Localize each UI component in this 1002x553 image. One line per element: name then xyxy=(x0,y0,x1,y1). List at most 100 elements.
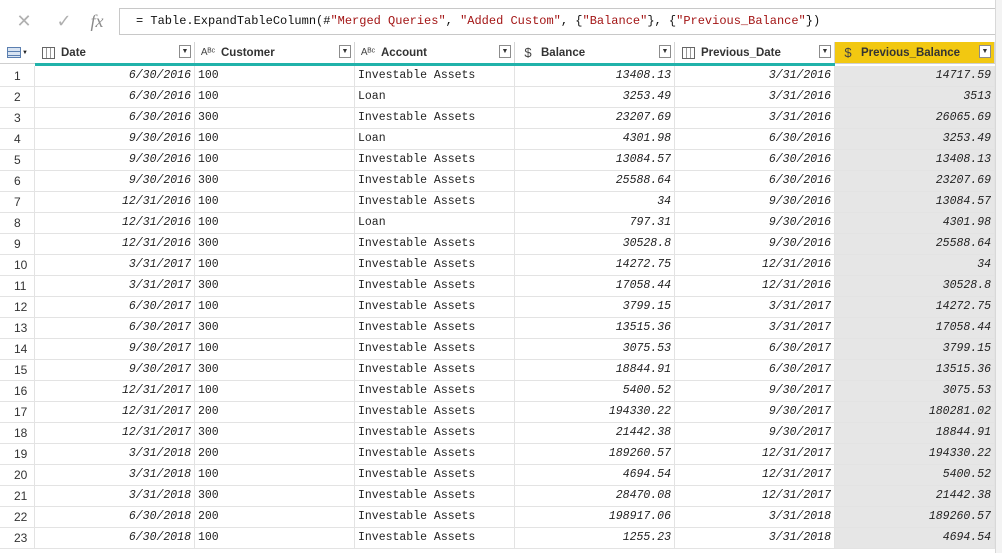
table-cell[interactable]: 9/30/2017 xyxy=(675,423,835,444)
table-cell[interactable]: 12/31/2016 xyxy=(35,213,195,234)
table-cell[interactable]: 13515.36 xyxy=(835,360,995,381)
currency-icon[interactable]: $ xyxy=(838,45,858,60)
table-cell[interactable]: 25588.64 xyxy=(515,171,675,192)
table-cell[interactable]: 6/30/2016 xyxy=(675,171,835,192)
table-cell[interactable]: 9/30/2016 xyxy=(35,129,195,150)
filter-dropdown-icon[interactable]: ▼ xyxy=(819,45,831,58)
table-cell[interactable]: 3253.49 xyxy=(835,129,995,150)
table-menu-icon[interactable]: ▼ xyxy=(0,42,35,63)
table-cell[interactable]: 12/31/2016 xyxy=(35,192,195,213)
table-cell[interactable]: 6/30/2016 xyxy=(35,108,195,129)
table-cell[interactable]: 6/30/2017 xyxy=(35,318,195,339)
table-cell[interactable]: Loan xyxy=(355,213,515,234)
table-cell[interactable]: 3513 xyxy=(835,87,995,108)
table-cell[interactable]: 300 xyxy=(195,108,355,129)
table-cell[interactable]: 3/31/2018 xyxy=(35,486,195,507)
table-cell[interactable]: 3/31/2017 xyxy=(675,318,835,339)
table-cell[interactable]: 18844.91 xyxy=(515,360,675,381)
table-cell[interactable]: 9/30/2016 xyxy=(35,150,195,171)
table-cell[interactable]: 23207.69 xyxy=(515,108,675,129)
table-cell[interactable]: 3799.15 xyxy=(835,339,995,360)
table-cell[interactable]: 3075.53 xyxy=(835,381,995,402)
table-cell[interactable]: 3/31/2018 xyxy=(35,465,195,486)
filter-dropdown-icon[interactable]: ▼ xyxy=(179,45,191,58)
table-cell[interactable]: Investable Assets xyxy=(355,360,515,381)
table-cell[interactable]: 100 xyxy=(195,465,355,486)
table-cell[interactable]: 194330.22 xyxy=(515,402,675,423)
table-cell[interactable]: 6/30/2018 xyxy=(35,507,195,528)
table-cell[interactable]: 6/30/2017 xyxy=(35,297,195,318)
table-cell[interactable]: 100 xyxy=(195,339,355,360)
table-cell[interactable]: 198917.06 xyxy=(515,507,675,528)
table-cell[interactable]: 100 xyxy=(195,129,355,150)
table-cell[interactable]: 3/31/2018 xyxy=(675,528,835,549)
table-cell[interactable]: 6/30/2016 xyxy=(35,87,195,108)
table-cell[interactable]: 13084.57 xyxy=(515,150,675,171)
table-cell[interactable]: 3/31/2018 xyxy=(675,507,835,528)
table-cell[interactable]: 194330.22 xyxy=(835,444,995,465)
table-cell[interactable]: 9/30/2016 xyxy=(675,234,835,255)
vertical-scrollbar[interactable] xyxy=(995,0,1002,553)
table-cell[interactable]: Investable Assets xyxy=(355,465,515,486)
calendar-icon[interactable] xyxy=(678,46,698,60)
table-cell[interactable]: 13408.13 xyxy=(515,66,675,87)
table-cell[interactable]: 5400.52 xyxy=(515,381,675,402)
table-cell[interactable]: 9/30/2017 xyxy=(675,381,835,402)
table-cell[interactable]: 12/31/2016 xyxy=(35,234,195,255)
table-cell[interactable]: 4301.98 xyxy=(515,129,675,150)
table-cell[interactable]: 100 xyxy=(195,213,355,234)
table-cell[interactable]: Investable Assets xyxy=(355,108,515,129)
column-header-date[interactable]: Date ▼ xyxy=(35,42,195,63)
table-cell[interactable]: 14272.75 xyxy=(515,255,675,276)
table-cell[interactable]: 3075.53 xyxy=(515,339,675,360)
column-header-previous-balance[interactable]: $ Previous_Balance ▼ xyxy=(835,42,995,63)
table-cell[interactable]: 12/31/2017 xyxy=(35,381,195,402)
table-cell[interactable]: 9/30/2017 xyxy=(35,360,195,381)
table-cell[interactable]: Investable Assets xyxy=(355,444,515,465)
table-cell[interactable]: Investable Assets xyxy=(355,192,515,213)
table-cell[interactable]: 300 xyxy=(195,486,355,507)
table-cell[interactable]: 9/30/2016 xyxy=(675,192,835,213)
table-cell[interactable]: 6/30/2016 xyxy=(675,150,835,171)
table-cell[interactable]: 200 xyxy=(195,402,355,423)
table-cell[interactable]: 1255.23 xyxy=(515,528,675,549)
table-cell[interactable]: Loan xyxy=(355,129,515,150)
table-cell[interactable]: 300 xyxy=(195,171,355,192)
text-type-icon[interactable]: Aᴮᶜ xyxy=(358,46,378,60)
table-cell[interactable]: 3/31/2016 xyxy=(675,87,835,108)
table-cell[interactable]: 3/31/2017 xyxy=(35,276,195,297)
table-cell[interactable]: 4694.54 xyxy=(835,528,995,549)
table-cell[interactable]: 6/30/2017 xyxy=(675,360,835,381)
table-cell[interactable]: Investable Assets xyxy=(355,171,515,192)
table-cell[interactable]: 200 xyxy=(195,507,355,528)
column-header-customer[interactable]: Aᴮᶜ Customer ▼ xyxy=(195,42,355,63)
filter-dropdown-icon[interactable]: ▼ xyxy=(339,45,351,58)
table-cell[interactable]: 13515.36 xyxy=(515,318,675,339)
table-cell[interactable]: 4301.98 xyxy=(835,213,995,234)
table-cell[interactable]: Investable Assets xyxy=(355,486,515,507)
table-cell[interactable]: Investable Assets xyxy=(355,276,515,297)
table-cell[interactable]: Investable Assets xyxy=(355,528,515,549)
table-cell[interactable]: Investable Assets xyxy=(355,318,515,339)
table-cell[interactable]: Investable Assets xyxy=(355,423,515,444)
table-cell[interactable]: 189260.57 xyxy=(835,507,995,528)
table-cell[interactable]: 6/30/2017 xyxy=(675,339,835,360)
table-cell[interactable]: 28470.08 xyxy=(515,486,675,507)
table-cell[interactable]: 30528.8 xyxy=(835,276,995,297)
table-cell[interactable]: 9/30/2017 xyxy=(35,339,195,360)
table-cell[interactable]: 300 xyxy=(195,276,355,297)
table-cell[interactable]: 23207.69 xyxy=(835,171,995,192)
table-cell[interactable]: 300 xyxy=(195,234,355,255)
column-header-balance[interactable]: $ Balance ▼ xyxy=(515,42,675,63)
table-cell[interactable]: Investable Assets xyxy=(355,402,515,423)
table-cell[interactable]: 25588.64 xyxy=(835,234,995,255)
table-cell[interactable]: 9/30/2017 xyxy=(675,402,835,423)
table-cell[interactable]: Investable Assets xyxy=(355,234,515,255)
table-cell[interactable]: 100 xyxy=(195,192,355,213)
table-cell[interactable]: 3253.49 xyxy=(515,87,675,108)
table-cell[interactable]: 100 xyxy=(195,297,355,318)
table-cell[interactable]: 6/30/2018 xyxy=(35,528,195,549)
table-cell[interactable]: 6/30/2016 xyxy=(35,66,195,87)
table-cell[interactable]: 300 xyxy=(195,318,355,339)
filter-dropdown-icon[interactable]: ▼ xyxy=(979,45,991,58)
